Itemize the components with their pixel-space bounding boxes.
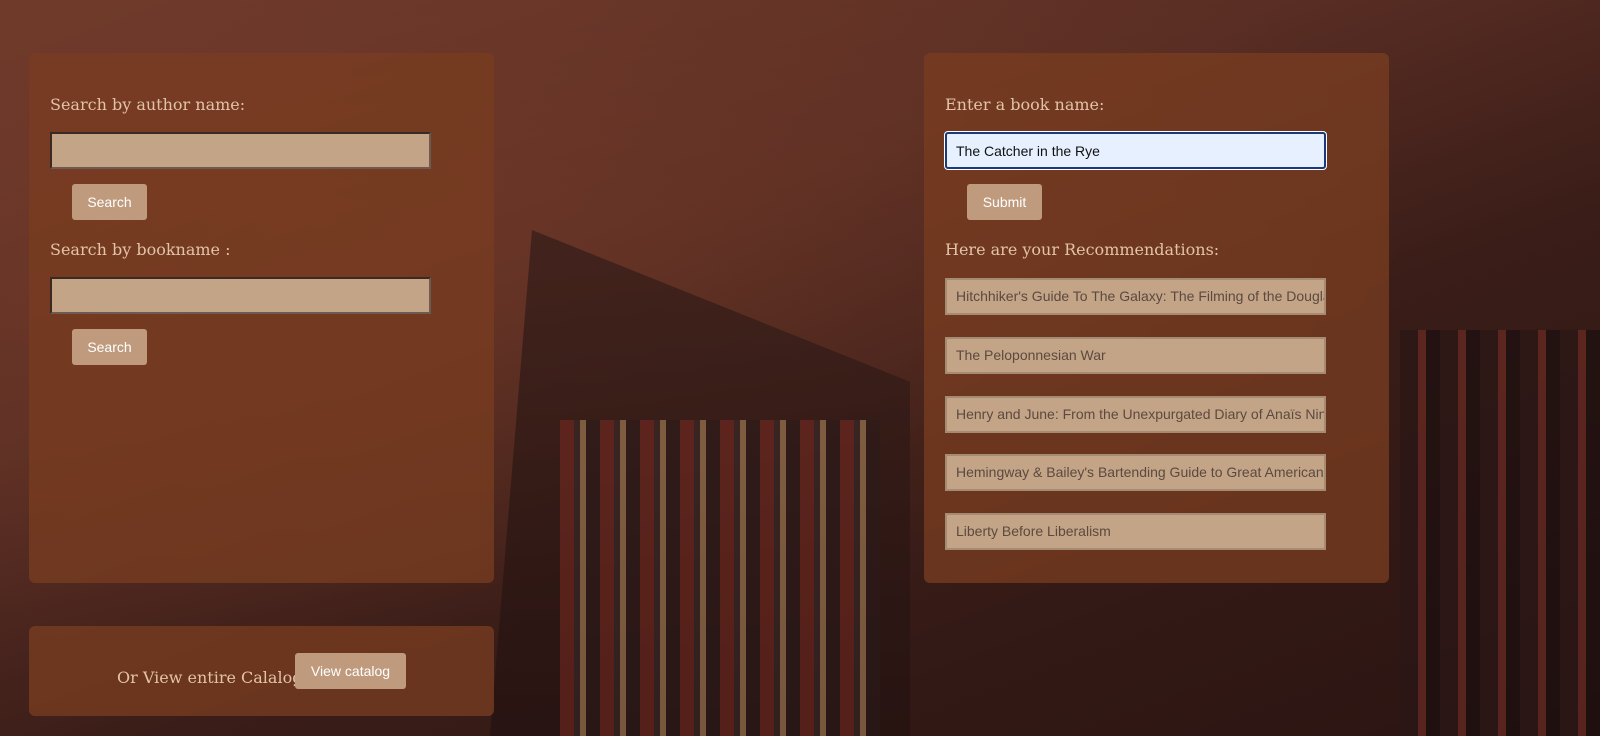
recommendation-panel: Enter a book name: Submit Here are your … [924, 53, 1389, 583]
catalog-label: Or View entire Calalog [117, 668, 303, 687]
recommendation-item[interactable]: Hemingway & Bailey's Bartending Guide to… [945, 454, 1326, 491]
author-search-label: Search by author name: [50, 95, 246, 114]
recommendation-item[interactable]: Liberty Before Liberalism [945, 513, 1326, 550]
book-name-label: Enter a book name: [945, 95, 1105, 114]
submit-button[interactable]: Submit [967, 184, 1042, 220]
bookname-search-button[interactable]: Search [72, 329, 147, 365]
book-name-input[interactable] [945, 132, 1326, 169]
bookname-search-input[interactable] [50, 277, 431, 314]
recommendations-heading: Here are your Recommendations: [945, 240, 1220, 259]
background-books [560, 420, 880, 736]
author-search-input[interactable] [50, 132, 431, 169]
author-search-button[interactable]: Search [72, 184, 147, 220]
bookname-search-label: Search by bookname : [50, 240, 231, 259]
search-panel: Search by author name: Search Search by … [29, 53, 494, 583]
recommendation-item[interactable]: Henry and June: From the Unexpurgated Di… [945, 396, 1326, 433]
recommendation-item[interactable]: Hitchhiker's Guide To The Galaxy: The Fi… [945, 278, 1326, 315]
background-bookshelf [490, 230, 910, 736]
background-books-right [1400, 330, 1600, 736]
view-catalog-button[interactable]: View catalog [295, 653, 406, 689]
catalog-panel: Or View entire Calalog View catalog [29, 626, 494, 716]
recommendation-item[interactable]: The Peloponnesian War [945, 337, 1326, 374]
